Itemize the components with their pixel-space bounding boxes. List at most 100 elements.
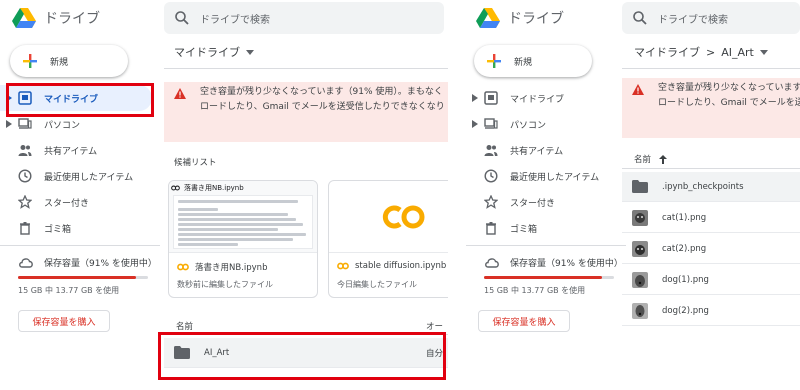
file-row-image[interactable]: cat(1).png <box>622 203 800 233</box>
file-thumbnail <box>329 181 448 253</box>
breadcrumb: マイドライブ > AI_Art <box>634 44 768 60</box>
suggested-file-card[interactable]: stable diffusion.ipynb 今日編集したファイル <box>328 180 448 298</box>
new-button[interactable]: 新規 <box>10 45 128 77</box>
sidebar-item-starred[interactable]: スター付き <box>466 189 626 215</box>
code-line <box>178 223 303 226</box>
sidebar-item-recent[interactable]: 最近使用したアイテム <box>466 163 626 189</box>
code-line <box>178 233 306 236</box>
shared-icon <box>484 145 498 156</box>
trash-icon <box>20 222 30 235</box>
sidebar-item-trash[interactable]: ゴミ箱 <box>466 215 626 241</box>
sidebar-item-shared[interactable]: 共有アイテム <box>0 137 160 163</box>
file-name: AI_Art <box>204 347 230 358</box>
warning-line-1: 空き容量が残り少なくなっています（91% 使用）。まもなく <box>200 87 443 97</box>
sidebar-item-recent[interactable]: 最近使用したアイテム <box>0 163 160 189</box>
suggested-file-card[interactable]: 落書き用NB.ipynb 落書き用NB.ipynb 数秒前に編集したファイル <box>168 180 318 298</box>
left-drive-window: ドライブ ドライブで検索 新規 マイドライブ パソコン 共有アイテム 最近使用し… <box>0 0 448 390</box>
page-title[interactable]: マイドライブ <box>174 44 254 60</box>
sidebar-item-computers[interactable]: パソコン <box>466 111 626 137</box>
card-subtitle: 数秒前に編集したファイル <box>177 280 273 289</box>
expand-caret-icon[interactable] <box>6 94 12 102</box>
drive-logo[interactable]: ドライブ <box>12 8 100 28</box>
expand-caret-icon[interactable] <box>472 120 478 128</box>
thumbnail-header: 落書き用NB.ipynb <box>171 183 244 193</box>
sidebar-item-label: 共有アイテム <box>510 146 564 157</box>
new-button-label: 新規 <box>514 57 533 68</box>
file-owner: 自分 <box>426 348 444 359</box>
file-row-image[interactable]: cat(2).png <box>622 234 800 264</box>
breadcrumb-current[interactable]: AI_Art <box>721 46 754 59</box>
search-bar[interactable]: ドライブで検索 <box>622 2 800 34</box>
column-header-owner[interactable]: オー <box>426 320 443 332</box>
sidebar-item-my-drive[interactable]: マイドライブ <box>466 85 626 111</box>
sidebar-item-shared[interactable]: 共有アイテム <box>466 137 626 163</box>
file-row-image[interactable]: dog(2).png <box>622 296 800 326</box>
card-name: stable diffusion.ipynb <box>337 261 446 271</box>
buy-storage-button[interactable]: 保存容量を購入 <box>478 310 570 332</box>
storage-section: 保存容量（91% を使用中） 15 GB 中 13.77 GB を使用 <box>0 252 160 296</box>
right-drive-window: ドライブ ドライブで検索 新規 マイドライブ パソコン 共有アイテム 最近使用し… <box>466 0 800 390</box>
storage-used-text: 15 GB 中 13.77 GB を使用 <box>18 286 120 295</box>
card-name: 落書き用NB.ipynb <box>177 261 267 273</box>
breadcrumb-root[interactable]: マイドライブ <box>634 44 700 60</box>
my-drive-icon <box>484 91 498 105</box>
expand-caret-icon[interactable] <box>6 120 12 128</box>
sidebar-item-label: ゴミ箱 <box>510 224 538 235</box>
expand-caret-icon[interactable] <box>472 94 478 102</box>
drive-logo[interactable]: ドライブ <box>476 8 564 28</box>
file-row-image[interactable]: dog(1).png <box>622 265 800 295</box>
code-line <box>178 213 288 216</box>
file-row-folder[interactable]: .ipynb_checkpoints <box>622 172 800 202</box>
divider <box>622 68 800 69</box>
column-header-name[interactable]: 名前 <box>634 153 668 165</box>
breadcrumb-separator: > <box>706 45 716 59</box>
clock-icon <box>484 169 498 183</box>
sidebar-item-trash[interactable]: ゴミ箱 <box>0 215 160 241</box>
colab-icon <box>337 262 349 270</box>
thumbnail-title: 落書き用NB.ipynb <box>184 184 244 192</box>
storage-section: 保存容量（91% を使用中） 15 GB 中 13.77 GB を使用 <box>466 252 626 296</box>
colab-icon <box>177 263 189 271</box>
sidebar-item-label: パソコン <box>44 120 81 131</box>
sidebar-item-computers[interactable]: パソコン <box>0 111 160 137</box>
page-title-text: マイドライブ <box>174 46 240 59</box>
chevron-down-icon[interactable] <box>759 49 768 55</box>
file-name: dog(2).png <box>662 305 709 316</box>
warning-line-2: ロードしたり、Gmail でメールを送受信したりできなくなり <box>200 102 445 112</box>
sidebar-item-label: パソコン <box>510 120 547 131</box>
folder-icon <box>632 180 648 193</box>
storage-progress-fill <box>18 276 137 279</box>
storage-label: 保存容量（91% を使用中） <box>44 258 157 269</box>
sidebar-item-starred[interactable]: スター付き <box>0 189 160 215</box>
new-button[interactable]: 新規 <box>474 45 592 77</box>
search-bar[interactable]: ドライブで検索 <box>164 2 444 34</box>
storage-row[interactable]: 保存容量（91% を使用中） <box>0 252 160 272</box>
sidebar-item-label: 最近使用したアイテム <box>44 172 134 183</box>
column-header-name[interactable]: 名前 <box>176 320 193 332</box>
storage-progress-fill <box>484 276 603 279</box>
search-placeholder: ドライブで検索 <box>658 14 728 26</box>
folder-icon <box>174 346 190 359</box>
storage-row[interactable]: 保存容量（91% を使用中） <box>466 252 626 272</box>
star-icon <box>18 195 32 209</box>
plus-icon <box>487 54 501 68</box>
cloud-icon <box>19 258 33 268</box>
warning-line-2: ロードしたり、Gmail でメールを送 <box>658 98 800 108</box>
warning-text: 空き容量が残り少なくなっています（91% 使用）。まもなく ロードしたり、Gma… <box>200 85 445 142</box>
search-icon <box>633 11 647 25</box>
arrow-up-icon[interactable] <box>659 154 668 164</box>
storage-progress <box>484 276 614 279</box>
file-row-folder[interactable]: AI_Art 自分 <box>164 338 448 368</box>
warning-line-1: 空き容量が残り少なくなっています <box>658 83 800 93</box>
sidebar-item-label: ゴミ箱 <box>44 224 72 235</box>
buy-storage-button[interactable]: 保存容量を購入 <box>18 310 110 332</box>
cloud-icon <box>485 258 499 268</box>
drive-logo-icon <box>476 8 500 28</box>
file-name: dog(1).png <box>662 274 709 285</box>
file-name: .ipynb_checkpoints <box>662 181 744 192</box>
column-header-name-text: 名前 <box>176 322 194 332</box>
computer-icon <box>484 118 498 129</box>
storage-warning-banner: 空き容量が残り少なくなっています（91% 使用）。まもなく ロードしたり、Gma… <box>164 82 448 142</box>
sidebar-item-my-drive[interactable]: マイドライブ <box>0 85 152 111</box>
card-name-text: 落書き用NB.ipynb <box>195 263 268 273</box>
